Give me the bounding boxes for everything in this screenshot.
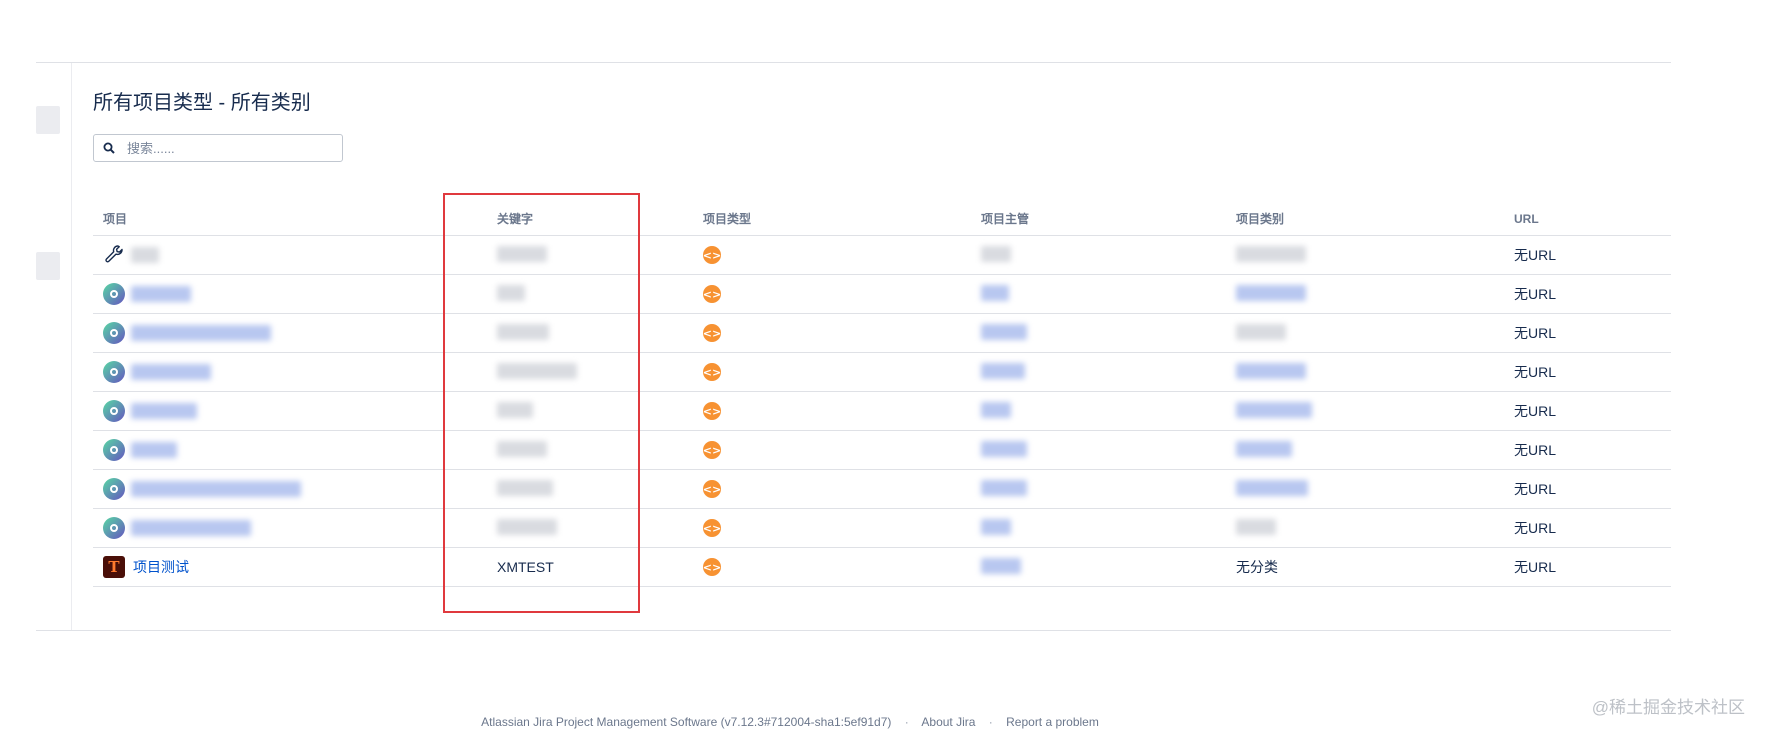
footer: Atlassian Jira Project Management Softwa…	[0, 715, 1580, 729]
redacted-lead	[981, 557, 1021, 574]
project-url: 无URL	[1504, 274, 1671, 314]
project-key: XMTEST	[487, 547, 693, 587]
table-row: <> 无URL	[93, 352, 1671, 392]
search-icon	[103, 142, 115, 154]
redacted-lead	[981, 401, 1011, 418]
project-url: 无URL	[1504, 313, 1671, 353]
redacted-key	[497, 245, 547, 262]
project-url: 无URL	[1504, 235, 1671, 275]
project-category: 无分类	[1226, 547, 1504, 587]
table-row: <> 无URL	[93, 235, 1671, 275]
column-header-url: URL	[1504, 202, 1671, 236]
table-row: <> 无URL	[93, 430, 1671, 470]
column-header-project[interactable]: 项目	[93, 202, 487, 236]
redacted-project-name	[131, 364, 211, 380]
project-url: 无URL	[1504, 508, 1671, 548]
redacted-project-name	[131, 286, 191, 302]
table-row: <> 无URL	[93, 391, 1671, 431]
project-avatar-icon	[103, 400, 125, 422]
redacted-lead	[981, 245, 1011, 262]
sidebar-button-2[interactable]	[36, 252, 60, 280]
about-jira-link[interactable]: About Jira	[921, 715, 975, 729]
search-box[interactable]	[93, 134, 343, 162]
redacted-project-name	[131, 247, 159, 263]
project-avatar-icon	[103, 361, 125, 383]
column-header-category[interactable]: 项目类别	[1226, 202, 1504, 236]
redacted-key	[497, 362, 577, 379]
sidebar-button-1[interactable]	[36, 106, 60, 134]
project-t-avatar-icon: T	[103, 556, 125, 578]
redacted-category	[1236, 479, 1308, 496]
watermark: @稀土掘金技术社区	[1591, 698, 1745, 717]
redacted-lead	[981, 440, 1027, 457]
page-title: 所有项目类型 - 所有类别	[93, 92, 311, 114]
table-header-row: 项目 关键字 项目类型 项目主管 项目类别 URL	[93, 202, 1671, 236]
table-row: <> 无URL	[93, 274, 1671, 314]
redacted-key	[497, 479, 553, 496]
search-input[interactable]	[125, 139, 319, 157]
sidebar-divider	[71, 63, 72, 630]
redacted-category	[1236, 362, 1306, 379]
redacted-category	[1236, 440, 1292, 457]
redacted-project-name	[131, 481, 301, 497]
footer-separator: ·	[904, 715, 909, 729]
redacted-key	[497, 518, 557, 535]
redacted-category	[1236, 401, 1312, 418]
bottom-divider	[36, 630, 1671, 631]
table-row: T 项目测试 XMTEST <> 无分类 无URL	[93, 547, 1671, 587]
report-problem-link[interactable]: Report a problem	[1006, 715, 1099, 729]
table-row: <> 无URL	[93, 313, 1671, 353]
project-link[interactable]: 项目测试	[133, 557, 189, 577]
project-avatar-icon	[103, 439, 125, 461]
software-project-type-icon: <>	[703, 363, 721, 382]
software-project-type-icon: <>	[703, 558, 721, 577]
redacted-key	[497, 284, 525, 301]
column-header-lead[interactable]: 项目主管	[971, 202, 1226, 236]
redacted-category	[1236, 323, 1286, 340]
redacted-project-name	[131, 520, 251, 536]
redacted-project-name	[131, 442, 177, 458]
software-project-type-icon: <>	[703, 441, 721, 460]
redacted-lead	[981, 518, 1011, 535]
redacted-key	[497, 401, 533, 418]
project-avatar-icon	[103, 478, 125, 500]
redacted-lead	[981, 362, 1025, 379]
table-row: <> 无URL	[93, 508, 1671, 548]
project-avatar-icon	[103, 322, 125, 344]
column-header-key[interactable]: 关键字	[487, 202, 693, 236]
redacted-project-name	[131, 403, 197, 419]
redacted-key	[497, 323, 549, 340]
software-project-type-icon: <>	[703, 519, 721, 538]
redacted-category	[1236, 518, 1276, 535]
project-avatar-icon	[103, 283, 125, 305]
redacted-category	[1236, 245, 1306, 262]
redacted-lead	[981, 284, 1009, 301]
redacted-lead	[981, 323, 1027, 340]
top-divider	[36, 62, 1671, 63]
project-avatar-icon	[103, 517, 125, 539]
footer-separator: ·	[988, 715, 993, 729]
table-row: <> 无URL	[93, 469, 1671, 509]
project-url: 无URL	[1504, 547, 1671, 587]
redacted-project-name	[131, 325, 271, 341]
wrench-icon	[103, 243, 125, 268]
project-url: 无URL	[1504, 469, 1671, 509]
footer-software: Atlassian Jira Project Management Softwa…	[481, 715, 892, 729]
software-project-type-icon: <>	[703, 285, 721, 304]
project-url: 无URL	[1504, 352, 1671, 392]
redacted-category	[1236, 284, 1306, 301]
project-url: 无URL	[1504, 391, 1671, 431]
software-project-type-icon: <>	[703, 324, 721, 343]
projects-table: 项目 关键字 项目类型 项目主管 项目类别 URL <> 无URL <> 无UR…	[93, 202, 1671, 587]
software-project-type-icon: <>	[703, 402, 721, 421]
column-header-type[interactable]: 项目类型	[693, 202, 971, 236]
redacted-lead	[981, 479, 1027, 496]
redacted-key	[497, 440, 547, 457]
project-url: 无URL	[1504, 430, 1671, 470]
software-project-type-icon: <>	[703, 480, 721, 499]
software-project-type-icon: <>	[703, 246, 721, 265]
